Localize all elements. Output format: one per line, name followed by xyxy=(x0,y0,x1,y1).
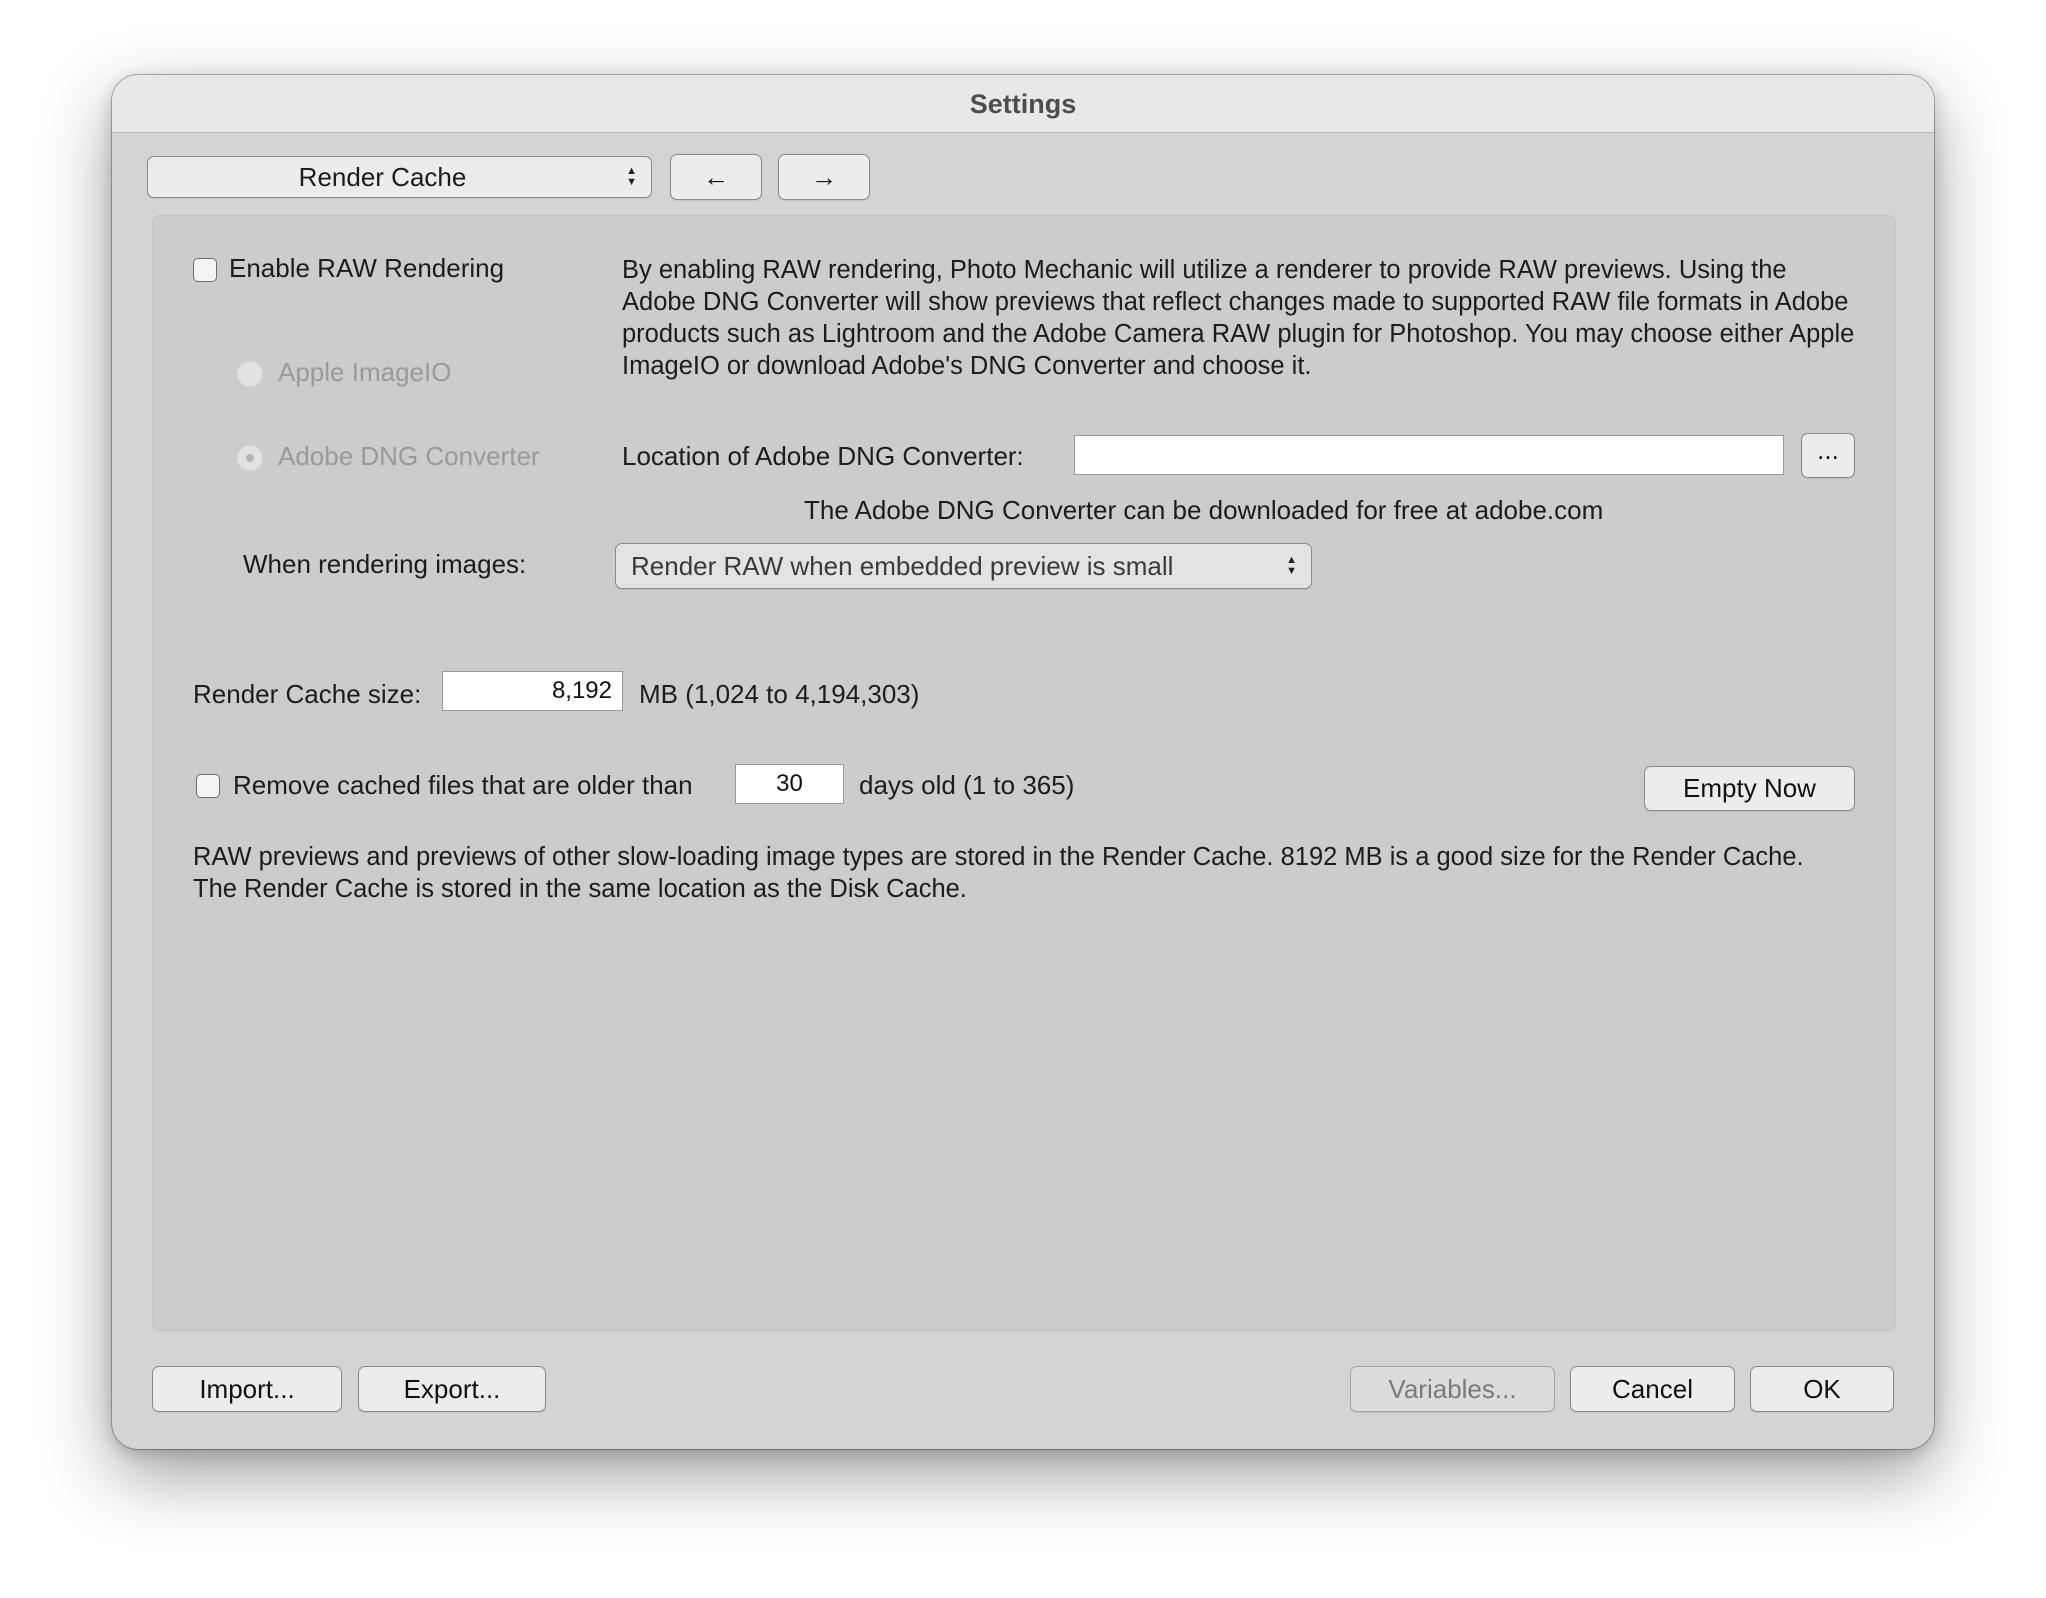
enable-raw-checkbox[interactable] xyxy=(193,258,217,282)
arrow-right-icon: → xyxy=(811,161,837,192)
dng-location-field[interactable] xyxy=(1074,435,1784,475)
export-label: Export... xyxy=(403,1373,501,1404)
browse-button[interactable]: ... xyxy=(1801,433,1855,478)
when-rendering-label: When rendering images: xyxy=(243,549,527,579)
cache-size-label: Render Cache size: xyxy=(193,679,422,709)
remove-cached-label[interactable]: Remove cached files that are older than xyxy=(233,770,693,801)
settings-window: Settings Render Cache ▲ ▼ ← → Enable RAW … xyxy=(112,75,1934,1449)
when-rendering-popup[interactable]: Render RAW when embedded preview is smal… xyxy=(615,543,1312,589)
import-label: Import... xyxy=(199,1373,295,1404)
adobe-dng-radio[interactable] xyxy=(237,445,263,471)
section-popup-value: Render Cache xyxy=(298,162,467,192)
empty-now-label: Empty Now xyxy=(1683,773,1816,803)
back-button[interactable]: ← xyxy=(670,154,762,200)
ok-label: OK xyxy=(1803,1373,1841,1404)
cache-size-field[interactable]: 8,192 xyxy=(442,671,623,711)
import-button[interactable]: Import... xyxy=(152,1366,342,1412)
empty-now-button[interactable]: Empty Now xyxy=(1644,766,1855,811)
when-rendering-value: Render RAW when embedded preview is smal… xyxy=(631,551,1174,581)
raw-description: By enabling RAW rendering, Photo Mechani… xyxy=(622,256,1855,380)
cache-size-units: MB (1,024 to 4,194,303) xyxy=(639,679,920,709)
adobe-dng-label[interactable]: Adobe DNG Converter xyxy=(278,441,540,472)
apple-imageio-label[interactable]: Apple ImageIO xyxy=(278,357,451,388)
cancel-button[interactable]: Cancel xyxy=(1570,1366,1735,1412)
variables-label: Variables... xyxy=(1388,1373,1517,1404)
enable-raw-label[interactable]: Enable RAW Rendering xyxy=(229,253,504,284)
cache-size-value: 8,192 xyxy=(551,677,612,704)
chevron-up-down-icon: ▲ ▼ xyxy=(1286,554,1297,577)
remove-cached-checkbox[interactable] xyxy=(196,774,220,798)
forward-button[interactable]: → xyxy=(778,154,870,200)
window-title: Settings xyxy=(969,89,1077,119)
arrow-left-icon: ← xyxy=(703,161,729,192)
section-popup[interactable]: Render Cache ▲ ▼ xyxy=(147,156,652,198)
chevron-up-down-icon: ▲ ▼ xyxy=(626,165,637,188)
export-button[interactable]: Export... xyxy=(358,1366,546,1412)
dng-download-note: The Adobe DNG Converter can be downloade… xyxy=(804,495,1604,525)
cancel-label: Cancel xyxy=(1612,1373,1693,1404)
title-bar[interactable]: Settings xyxy=(112,75,1934,133)
apple-imageio-radio[interactable] xyxy=(237,361,263,387)
browse-button-label: ... xyxy=(1817,435,1839,465)
ok-button[interactable]: OK xyxy=(1750,1366,1894,1412)
days-units: days old (1 to 365) xyxy=(859,770,1075,800)
days-value: 30 xyxy=(776,770,803,797)
cache-info: RAW previews and previews of other slow-… xyxy=(193,843,1804,903)
dng-location-label: Location of Adobe DNG Converter: xyxy=(622,441,1024,471)
settings-panel: Enable RAW Rendering By enabling RAW ren… xyxy=(152,215,1896,1331)
variables-button[interactable]: Variables... xyxy=(1350,1366,1555,1412)
days-field[interactable]: 30 xyxy=(735,764,844,804)
